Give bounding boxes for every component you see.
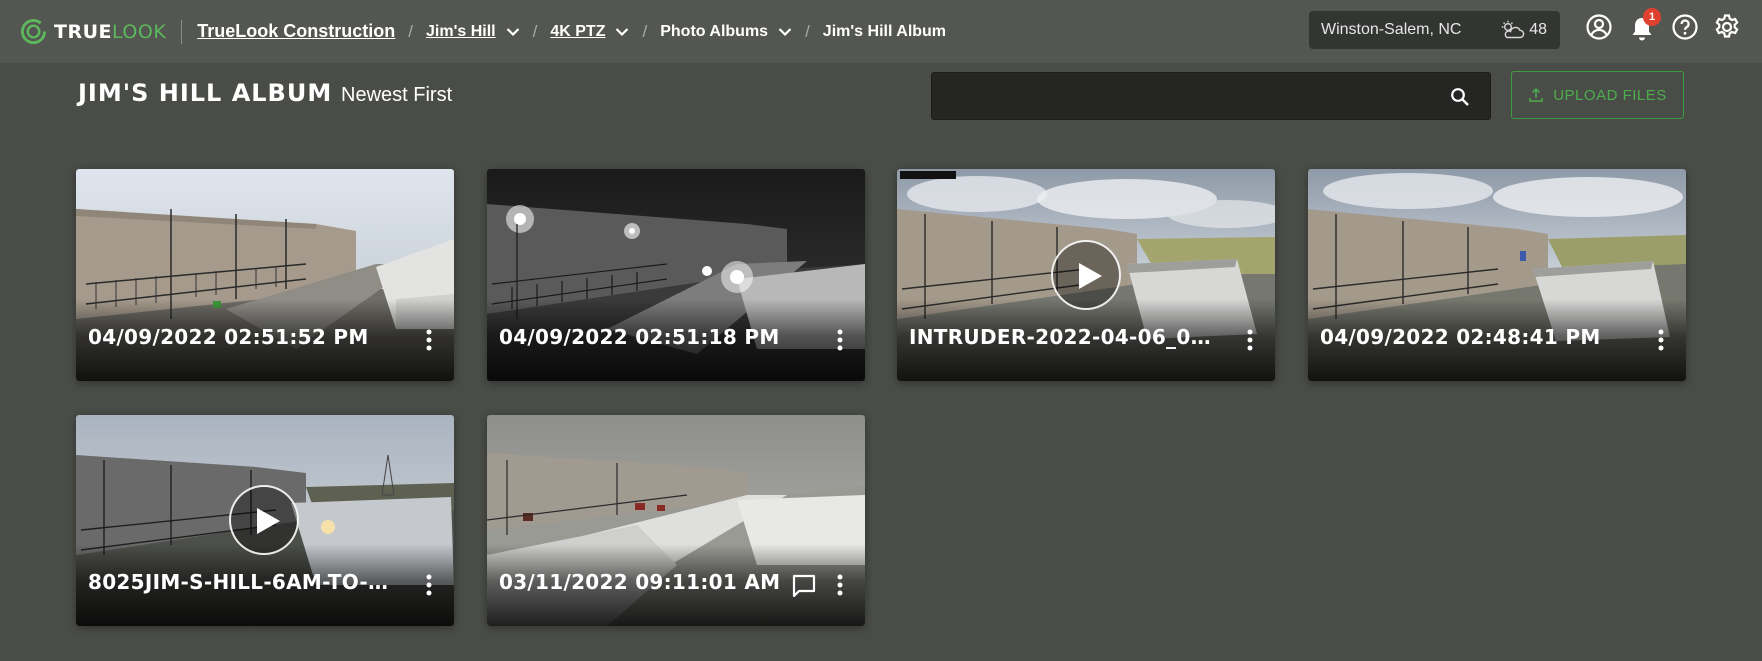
item-caption: INTRUDER-2022-04-06_00-... [909,325,1219,349]
item-caption: 04/09/2022 02:51:52 PM [88,325,369,349]
upload-files-button[interactable]: UPLOAD FILES [1511,71,1684,119]
breadcrumb-separator: / [532,21,538,41]
play-icon [257,508,280,534]
search-icon[interactable] [1450,87,1470,107]
comment-icon[interactable] [791,573,817,599]
album-item-card[interactable]: 04/09/2022 02:51:52 PM [76,169,454,381]
album-item-card[interactable]: 04/09/2022 02:48:41 PM [1308,169,1686,381]
item-caption: 04/09/2022 02:51:18 PM [499,325,780,349]
item-caption: 8025JIM-S-HILL-6AM-TO-9... [88,570,398,594]
video-timestamp-overlay [900,171,956,179]
breadcrumb-project[interactable]: TrueLook Construction [197,21,395,42]
breadcrumb-separator: / [642,21,648,41]
upload-icon [1529,87,1543,102]
album-item-card[interactable]: 04/09/2022 02:51:18 PM [487,169,865,381]
item-caption: 03/11/2022 09:11:01 AM [499,570,781,594]
breadcrumb-camera[interactable]: 4K PTZ [550,23,605,41]
chevron-down-icon[interactable] [778,27,792,37]
more-options-icon[interactable] [1247,329,1253,351]
chevron-down-icon[interactable] [506,27,520,37]
search-box [931,72,1491,120]
user-account-icon[interactable] [1585,13,1613,41]
weather-location: Winston-Salem, NC [1321,21,1462,38]
notification-badge: 1 [1643,8,1661,26]
item-caption: 04/09/2022 02:48:41 PM [1320,325,1601,349]
more-options-icon[interactable] [426,574,432,596]
more-options-icon[interactable] [837,574,843,596]
breadcrumb-camera-dropdown[interactable]: 4K PTZ [550,23,629,41]
page-title: JIM'S HILL ALBUM [78,79,333,107]
help-icon[interactable] [1671,13,1699,41]
breadcrumb-separator: / [408,21,414,41]
album-item-card[interactable]: INTRUDER-2022-04-06_00-... [897,169,1275,381]
album-item-card[interactable]: 03/11/2022 09:11:01 AM [487,415,865,626]
settings-gear-icon[interactable] [1713,13,1741,41]
upload-files-label: UPLOAD FILES [1553,86,1667,104]
weather-widget[interactable]: Winston-Salem, NC 48 [1309,11,1560,49]
more-options-icon[interactable] [1658,329,1664,351]
weather-temperature: 48 [1529,21,1547,38]
breadcrumb-current: Jim's Hill Album [822,22,947,40]
more-options-icon[interactable] [837,329,843,351]
search-input[interactable] [932,73,1490,119]
logo-divider [181,19,183,44]
truelook-logo[interactable]: TRUELOOK [20,18,166,45]
breadcrumb-site[interactable]: Jim's Hill [426,23,496,41]
breadcrumb-section[interactable]: Photo Albums [660,23,768,41]
logo-icon [20,18,47,45]
breadcrumb-site-dropdown[interactable]: Jim's Hill [426,23,520,41]
breadcrumb-section-dropdown[interactable]: Photo Albums [660,23,792,41]
sort-order-selector[interactable]: Newest First [341,84,452,107]
play-button[interactable] [1051,240,1121,310]
logo-wordmark: TRUELOOK [54,20,167,43]
play-button[interactable] [229,485,299,555]
more-options-icon[interactable] [426,329,432,351]
breadcrumb-separator: / [805,21,810,41]
chevron-down-icon[interactable] [615,27,629,37]
partly-cloudy-icon [1502,20,1525,39]
play-icon [1079,263,1102,289]
album-item-card[interactable]: 8025JIM-S-HILL-6AM-TO-9... [76,415,454,626]
